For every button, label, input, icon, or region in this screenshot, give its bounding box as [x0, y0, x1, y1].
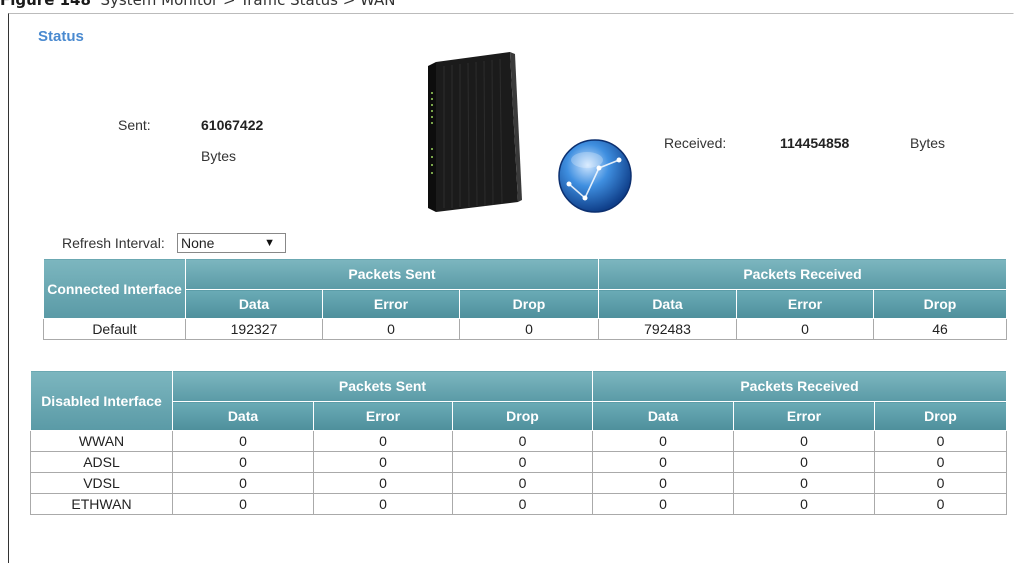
table-row: Default 192327 0 0 792483 0 46 [43, 318, 1008, 340]
interface-name-cell: Default [43, 318, 186, 340]
received-label: Received: [664, 135, 727, 151]
interface-name-cell: VDSL [30, 472, 173, 494]
column-header-drop: Drop [873, 401, 1008, 431]
group-header-packets-sent: Packets Sent [185, 258, 599, 290]
column-header-drop: Drop [872, 289, 1008, 319]
table-cell: 0 [592, 472, 734, 494]
column-header-data: Data [172, 401, 314, 431]
table-row: ADSL 0 0 0 0 0 0 [30, 451, 1008, 473]
router-icon [428, 52, 522, 212]
table-cell: 0 [733, 451, 875, 473]
column-header-row: Data Error Drop Data Error Drop [44, 289, 1008, 319]
chevron-down-icon[interactable]: ▼ [264, 234, 275, 252]
table-cell: 0 [313, 472, 453, 494]
column-header-row: Data Error Drop Data Error Drop [31, 401, 1008, 431]
table-cell: 0 [733, 493, 875, 515]
page-title: Status [38, 28, 84, 45]
column-header-drop: Drop [452, 401, 593, 431]
table-cell: 0 [733, 430, 875, 452]
refresh-interval-value: None [181, 235, 215, 251]
column-header-error: Error [313, 401, 453, 431]
table-cell: 0 [592, 430, 734, 452]
column-header-error: Error [736, 289, 874, 319]
column-header-data: Data [598, 289, 737, 319]
sent-label: Sent: [118, 117, 151, 133]
group-header-packets-received: Packets Received [591, 370, 1008, 402]
group-header-packets-sent: Packets Sent [172, 370, 593, 402]
table-cell: 0 [873, 430, 1008, 452]
received-value: 114454858 [780, 135, 850, 151]
column-header-drop: Drop [459, 289, 599, 319]
table-cell: 0 [592, 451, 734, 473]
table-cell: 192327 [185, 318, 323, 340]
table-cell: 0 [452, 451, 593, 473]
refresh-interval-select[interactable]: None ▼ [177, 233, 286, 253]
disabled-interface-table: Disabled Interface Packets Sent Packets … [30, 370, 1008, 515]
interface-name-cell: WWAN [30, 430, 173, 452]
table-cell: 0 [452, 430, 593, 452]
table-cell: 0 [452, 472, 593, 494]
column-header-data: Data [592, 401, 734, 431]
table-cell: 0 [172, 451, 314, 473]
column-header-error: Error [322, 289, 460, 319]
column-header-interface: Disabled Interface [30, 370, 173, 431]
figure-caption: Figure 148 System Monitor > Traffic Stat… [0, 0, 1020, 11]
table-body: WWAN 0 0 0 0 0 0 ADSL 0 0 0 0 0 0 VDSL 0 0 0 0 0 0 ETHWAN 0 0 0 0… [30, 430, 1008, 515]
table-cell: 0 [873, 472, 1008, 494]
table-cell: 46 [872, 318, 1008, 340]
globe-icon [558, 139, 632, 213]
received-unit: Bytes [910, 135, 946, 151]
table-cell: 0 [322, 318, 460, 340]
table-cell: 0 [592, 493, 734, 515]
table-cell: 0 [736, 318, 874, 340]
column-header-interface: Connected Interface [43, 258, 186, 319]
table-row: ETHWAN 0 0 0 0 0 0 [30, 493, 1008, 515]
interface-name-cell: ADSL [30, 451, 173, 473]
table-cell: 792483 [598, 318, 737, 340]
table-cell: 0 [313, 493, 453, 515]
table-cell: 0 [172, 472, 314, 494]
table-row: VDSL 0 0 0 0 0 0 [30, 472, 1008, 494]
table-cell: 0 [172, 430, 314, 452]
connected-interface-table: Connected Interface Packets Sent Packets… [43, 258, 1008, 340]
interface-name-cell: ETHWAN [30, 493, 173, 515]
refresh-interval-label: Refresh Interval: [62, 235, 165, 251]
sent-value: 61067422 [201, 117, 264, 133]
table-body: Default 192327 0 0 792483 0 46 [43, 318, 1008, 340]
table-cell: 0 [733, 472, 875, 494]
table-cell: 0 [313, 451, 453, 473]
table-cell: 0 [873, 451, 1008, 473]
figure-caption-text: System Monitor > Traffic Status > WAN [100, 0, 396, 9]
table-cell: 0 [172, 493, 314, 515]
table-row: WWAN 0 0 0 0 0 0 [30, 430, 1008, 452]
table-cell: 0 [452, 493, 593, 515]
table-cell: 0 [459, 318, 599, 340]
table-cell: 0 [313, 430, 453, 452]
sent-unit: Bytes [201, 148, 237, 164]
column-header-error: Error [733, 401, 875, 431]
group-header-packets-received: Packets Received [597, 258, 1008, 290]
figure-caption-prefix: Figure 148 [0, 0, 91, 9]
column-header-data: Data [185, 289, 323, 319]
table-cell: 0 [873, 493, 1008, 515]
